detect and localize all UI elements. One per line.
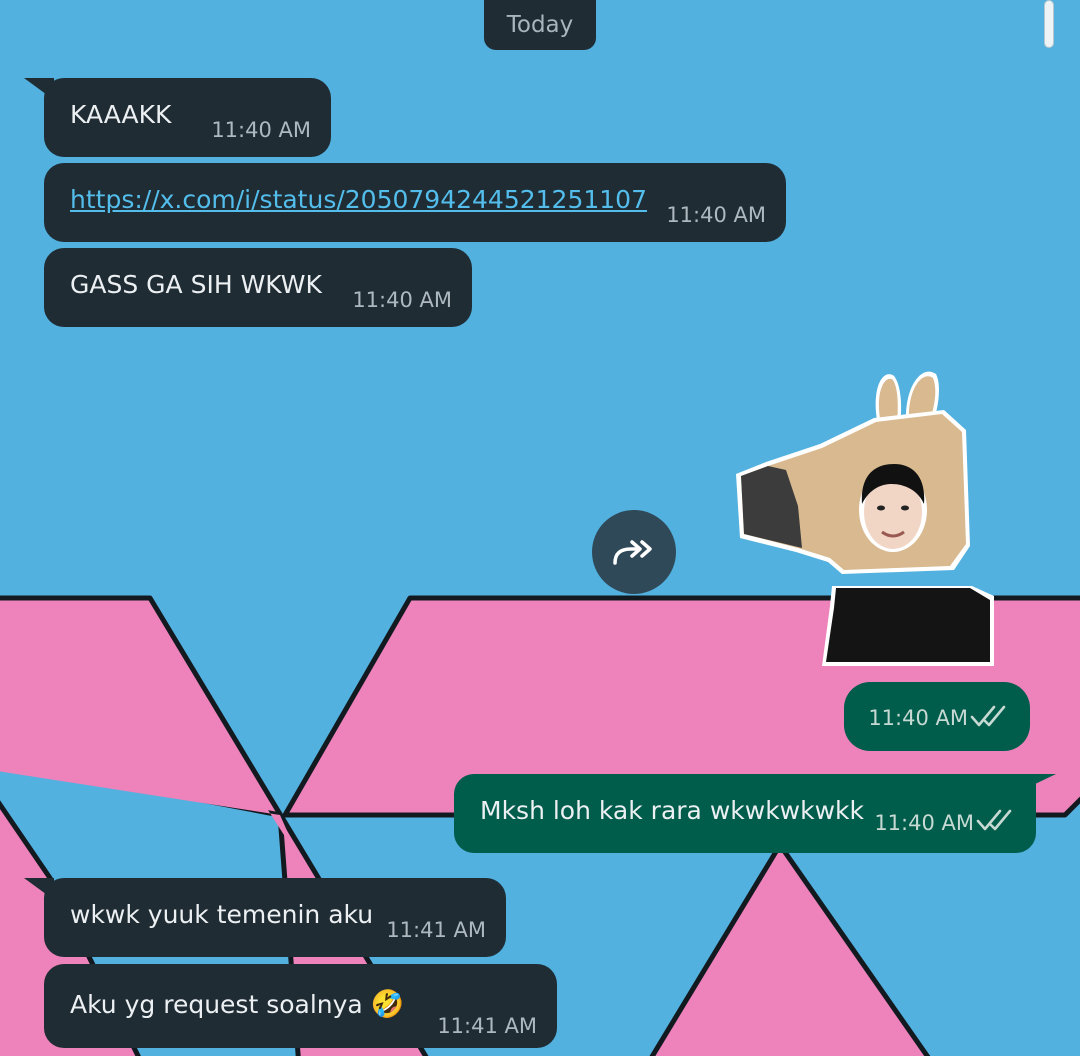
rolling-laughing-emoji-icon: 🤣: [370, 989, 405, 1020]
message-text: KAAAKK: [70, 100, 172, 129]
message-bubble-incoming[interactable]: GASS GA SIH WKWK 11:40 AM: [44, 248, 472, 327]
message-bubble-outgoing[interactable]: Mksh loh kak rara wkwkwkwkk 11:40 AM: [454, 774, 1036, 853]
message-time: 11:40 AM: [868, 706, 968, 730]
forward-button[interactable]: [592, 510, 676, 594]
message-time: 11:40 AM: [352, 288, 452, 312]
scrollbar-thumb[interactable]: [1044, 0, 1054, 48]
message-time: 11:41 AM: [386, 918, 486, 942]
sticker-time-bubble: 11:40 AM: [844, 682, 1030, 751]
date-chip-label: Today: [506, 12, 574, 38]
message-time: 11:40 AM: [666, 203, 766, 227]
message-text: GASS GA SIH WKWK: [70, 270, 322, 299]
message-time: 11:41 AM: [437, 1014, 537, 1038]
message-link[interactable]: https://x.com/i/status/20507942445212511…: [70, 185, 647, 214]
message-time: 11:40 AM: [211, 118, 311, 142]
message-bubble-incoming[interactable]: Aku yg request soalnya 🤣 11:41 AM: [44, 964, 557, 1048]
double-check-icon: [970, 705, 1006, 727]
date-chip: Today: [484, 0, 596, 50]
forward-icon: [613, 540, 652, 565]
message-bubble-incoming[interactable]: KAAAKK 11:40 AM: [44, 78, 331, 157]
horse-head-costume-sticker[interactable]: [736, 366, 998, 676]
message-text: wkwk yuuk temenin aku: [70, 900, 374, 929]
message-text: Mksh loh kak rara wkwkwkwkk: [480, 796, 864, 825]
message-bubble-incoming[interactable]: wkwk yuuk temenin aku 11:41 AM: [44, 878, 506, 957]
double-check-icon: [976, 809, 1012, 831]
message-bubble-incoming[interactable]: https://x.com/i/status/20507942445212511…: [44, 163, 786, 242]
message-text-row: Aku yg request soalnya 🤣: [70, 988, 404, 1020]
message-time: 11:40 AM: [874, 811, 974, 835]
message-text: Aku yg request soalnya: [70, 990, 363, 1019]
